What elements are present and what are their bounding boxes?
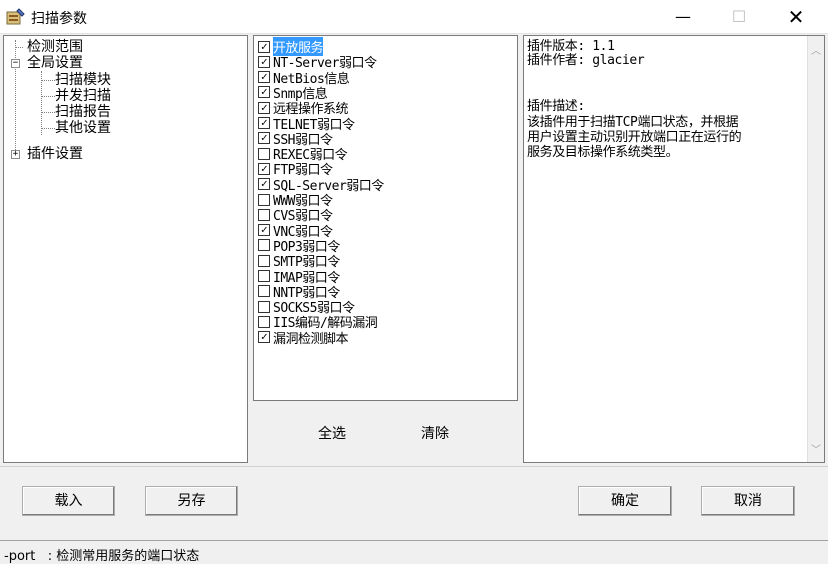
settings-tree[interactable]: 检测范围 − 全局设置 扫描模块 并发扫描 扫描报告 其他设置 + 插件设置 <box>3 35 248 463</box>
checkbox[interactable]: ✓ <box>258 40 270 53</box>
tree-item-global-settings[interactable]: 全局设置 <box>27 55 83 71</box>
collapse-icon[interactable]: − <box>11 59 20 68</box>
checkbox[interactable] <box>258 315 270 328</box>
tree-item-label: 其他设置 <box>55 120 111 136</box>
plugin-author: 插件作者: glacier <box>527 53 645 68</box>
tree-item-scan-report[interactable]: 扫描报告 <box>55 104 111 120</box>
status-bar: -port : 检测常用服务的端口状态 <box>0 540 828 564</box>
tree-item-concurrent-scan[interactable]: 并发扫描 <box>55 88 111 104</box>
tree-item-other-settings[interactable]: 其他设置 <box>55 120 111 136</box>
scroll-down-icon[interactable]: ﹀ <box>811 441 821 456</box>
checkbox[interactable] <box>258 254 270 267</box>
checkbox[interactable]: ✓ <box>258 71 270 84</box>
clear-button[interactable]: 清除 <box>421 423 449 443</box>
plugin-description-heading: 插件描述: <box>527 99 585 114</box>
vertical-scrollbar[interactable]: ︿ ﹀ <box>807 36 824 462</box>
window-title: 扫描参数 <box>31 11 87 27</box>
checkbox[interactable] <box>258 239 270 252</box>
module-checklist[interactable]: ✓ 开放服务 ✓ NT-Server弱口令 ✓ NetBios信息 ✓ Snmp信息 ✓ 远程操作… <box>253 35 518 401</box>
maximize-button[interactable]: ☐ <box>716 0 762 34</box>
load-button[interactable]: 载入 <box>22 486 115 516</box>
tree-item-label: 全局设置 <box>27 55 83 71</box>
app-icon <box>6 8 25 25</box>
tree-connector <box>41 80 55 81</box>
module-label: 漏洞检测脚本 <box>273 331 349 347</box>
ok-button[interactable]: 确定 <box>578 486 672 516</box>
checkbox[interactable]: ✓ <box>258 55 270 68</box>
checkbox[interactable] <box>258 208 270 221</box>
checkbox[interactable] <box>258 193 270 206</box>
expand-icon[interactable]: + <box>11 150 20 159</box>
tree-connector <box>15 47 23 48</box>
checkbox[interactable]: ✓ <box>258 224 270 237</box>
tree-item-scan-modules[interactable]: 扫描模块 <box>55 72 111 88</box>
minimize-button[interactable]: — <box>660 0 706 34</box>
tree-item-label: 插件设置 <box>27 146 83 162</box>
plugin-description-line: 服务及目标操作系统类型。 <box>527 145 679 160</box>
checkbox[interactable]: ✓ <box>258 132 270 145</box>
module-item[interactable]: ✓ 漏洞检测脚本 <box>258 330 349 347</box>
checkbox[interactable] <box>258 285 270 298</box>
checkbox[interactable]: ✓ <box>258 101 270 114</box>
plugin-info-panel: 插件版本: 1.1 插件作者: glacier 插件描述: 该插件用于扫描TCP… <box>523 35 825 463</box>
select-all-button[interactable]: 全选 <box>318 423 346 443</box>
checkbox[interactable]: ✓ <box>258 178 270 191</box>
plugin-description-line: 用户设置主动识别开放端口正在运行的 <box>527 130 742 145</box>
cancel-button[interactable]: 取消 <box>701 486 795 516</box>
status-text: -port : 检测常用服务的端口状态 <box>4 549 200 564</box>
plugin-version: 插件版本: 1.1 <box>527 39 615 54</box>
scroll-up-icon[interactable]: ︿ <box>811 42 821 57</box>
save-as-button[interactable]: 另存 <box>145 486 238 516</box>
tree-item-label: 扫描模块 <box>55 72 111 88</box>
tree-item-label: 并发扫描 <box>55 88 111 104</box>
tree-connector <box>41 128 55 129</box>
tree-item-scan-range[interactable]: 检测范围 <box>27 39 83 55</box>
tree-connector <box>41 112 55 113</box>
checkbox[interactable] <box>258 270 270 282</box>
close-button[interactable]: ✕ <box>773 0 819 34</box>
plugin-description-line: 该插件用于扫描TCP端口状态，并根据 <box>527 115 739 130</box>
checkbox[interactable] <box>258 300 270 313</box>
title-bar: 扫描参数 — ☐ ✕ <box>0 0 828 34</box>
tree-item-label: 检测范围 <box>27 39 83 55</box>
separator <box>0 466 828 467</box>
checkbox[interactable]: ✓ <box>258 162 270 175</box>
checkbox[interactable] <box>258 147 270 160</box>
tree-connector <box>41 96 55 97</box>
tree-item-label: 扫描报告 <box>55 104 111 120</box>
checkbox[interactable]: ✓ <box>258 331 270 344</box>
checkbox[interactable]: ✓ <box>258 117 270 129</box>
tree-item-plugin-settings[interactable]: 插件设置 <box>27 146 83 162</box>
checkbox[interactable]: ✓ <box>258 86 270 99</box>
